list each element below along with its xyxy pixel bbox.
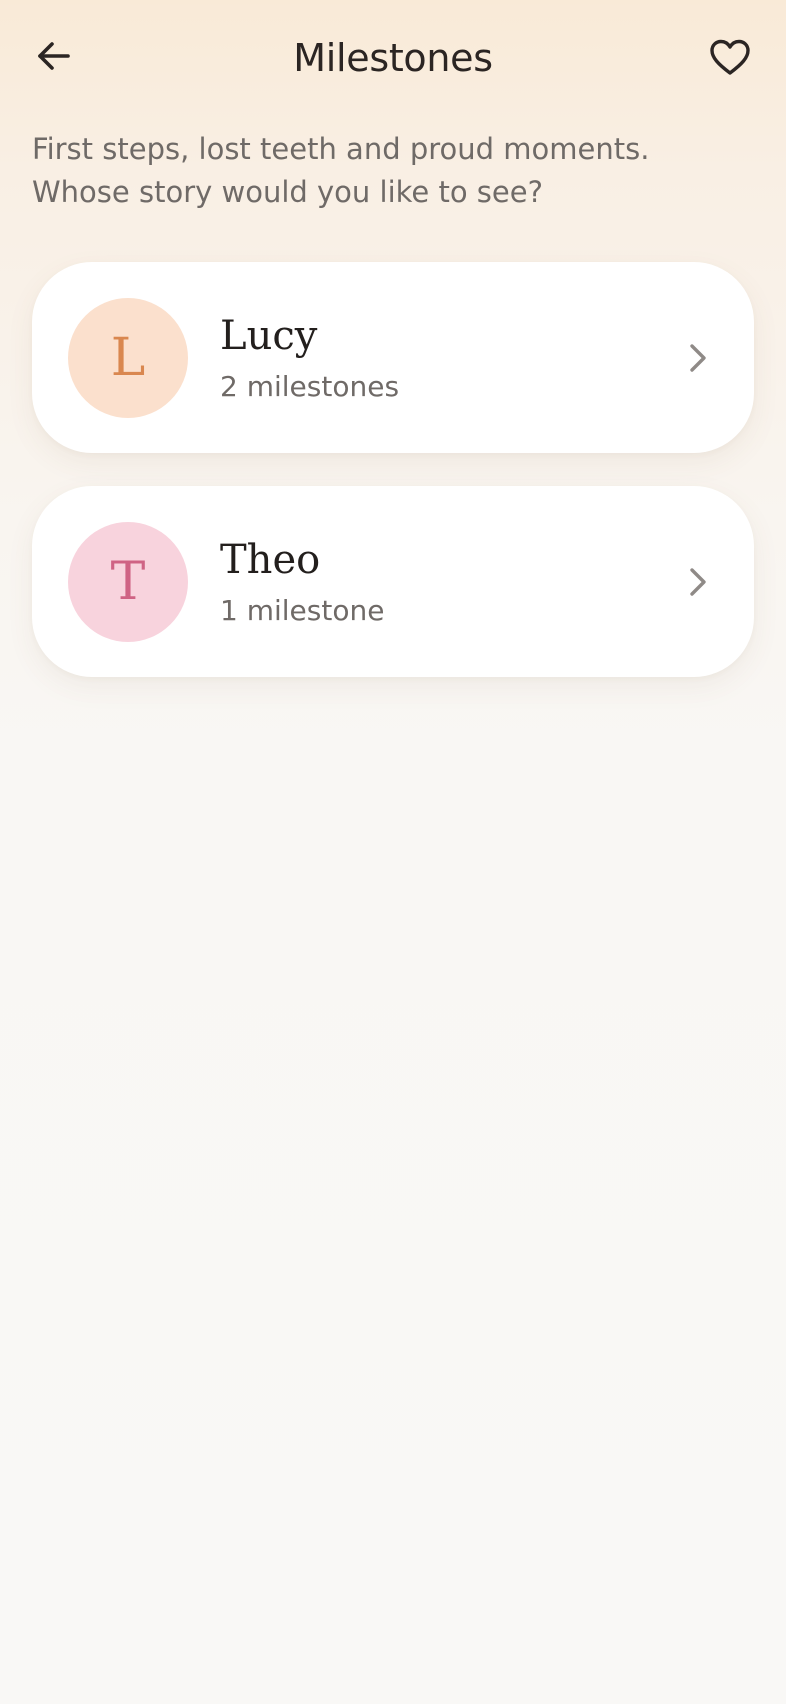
child-name: Theo <box>220 537 321 583</box>
child-name: Lucy <box>220 313 318 359</box>
milestone-count: 1 milestone <box>220 594 385 627</box>
avatar: T <box>68 522 188 642</box>
heart-outline-icon <box>710 39 750 75</box>
avatar: L <box>68 298 188 418</box>
milestone-count: 2 milestones <box>220 370 400 403</box>
favorites-button[interactable] <box>704 32 756 84</box>
chevron-right-icon <box>678 562 718 602</box>
chevron-right-icon <box>678 338 718 378</box>
app-header: Milestones <box>0 0 786 118</box>
child-card-theo[interactable]: T Theo 1 milestone <box>32 486 754 677</box>
avatar-initial: T <box>110 552 146 612</box>
child-list: L Lucy 2 milestones T Theo 1 milestone <box>32 262 754 710</box>
page-title: Milestones <box>293 36 493 80</box>
intro-text: First steps, lost teeth and proud moment… <box>32 132 650 209</box>
avatar-initial: L <box>110 328 146 388</box>
child-card-lucy[interactable]: L Lucy 2 milestones <box>32 262 754 453</box>
